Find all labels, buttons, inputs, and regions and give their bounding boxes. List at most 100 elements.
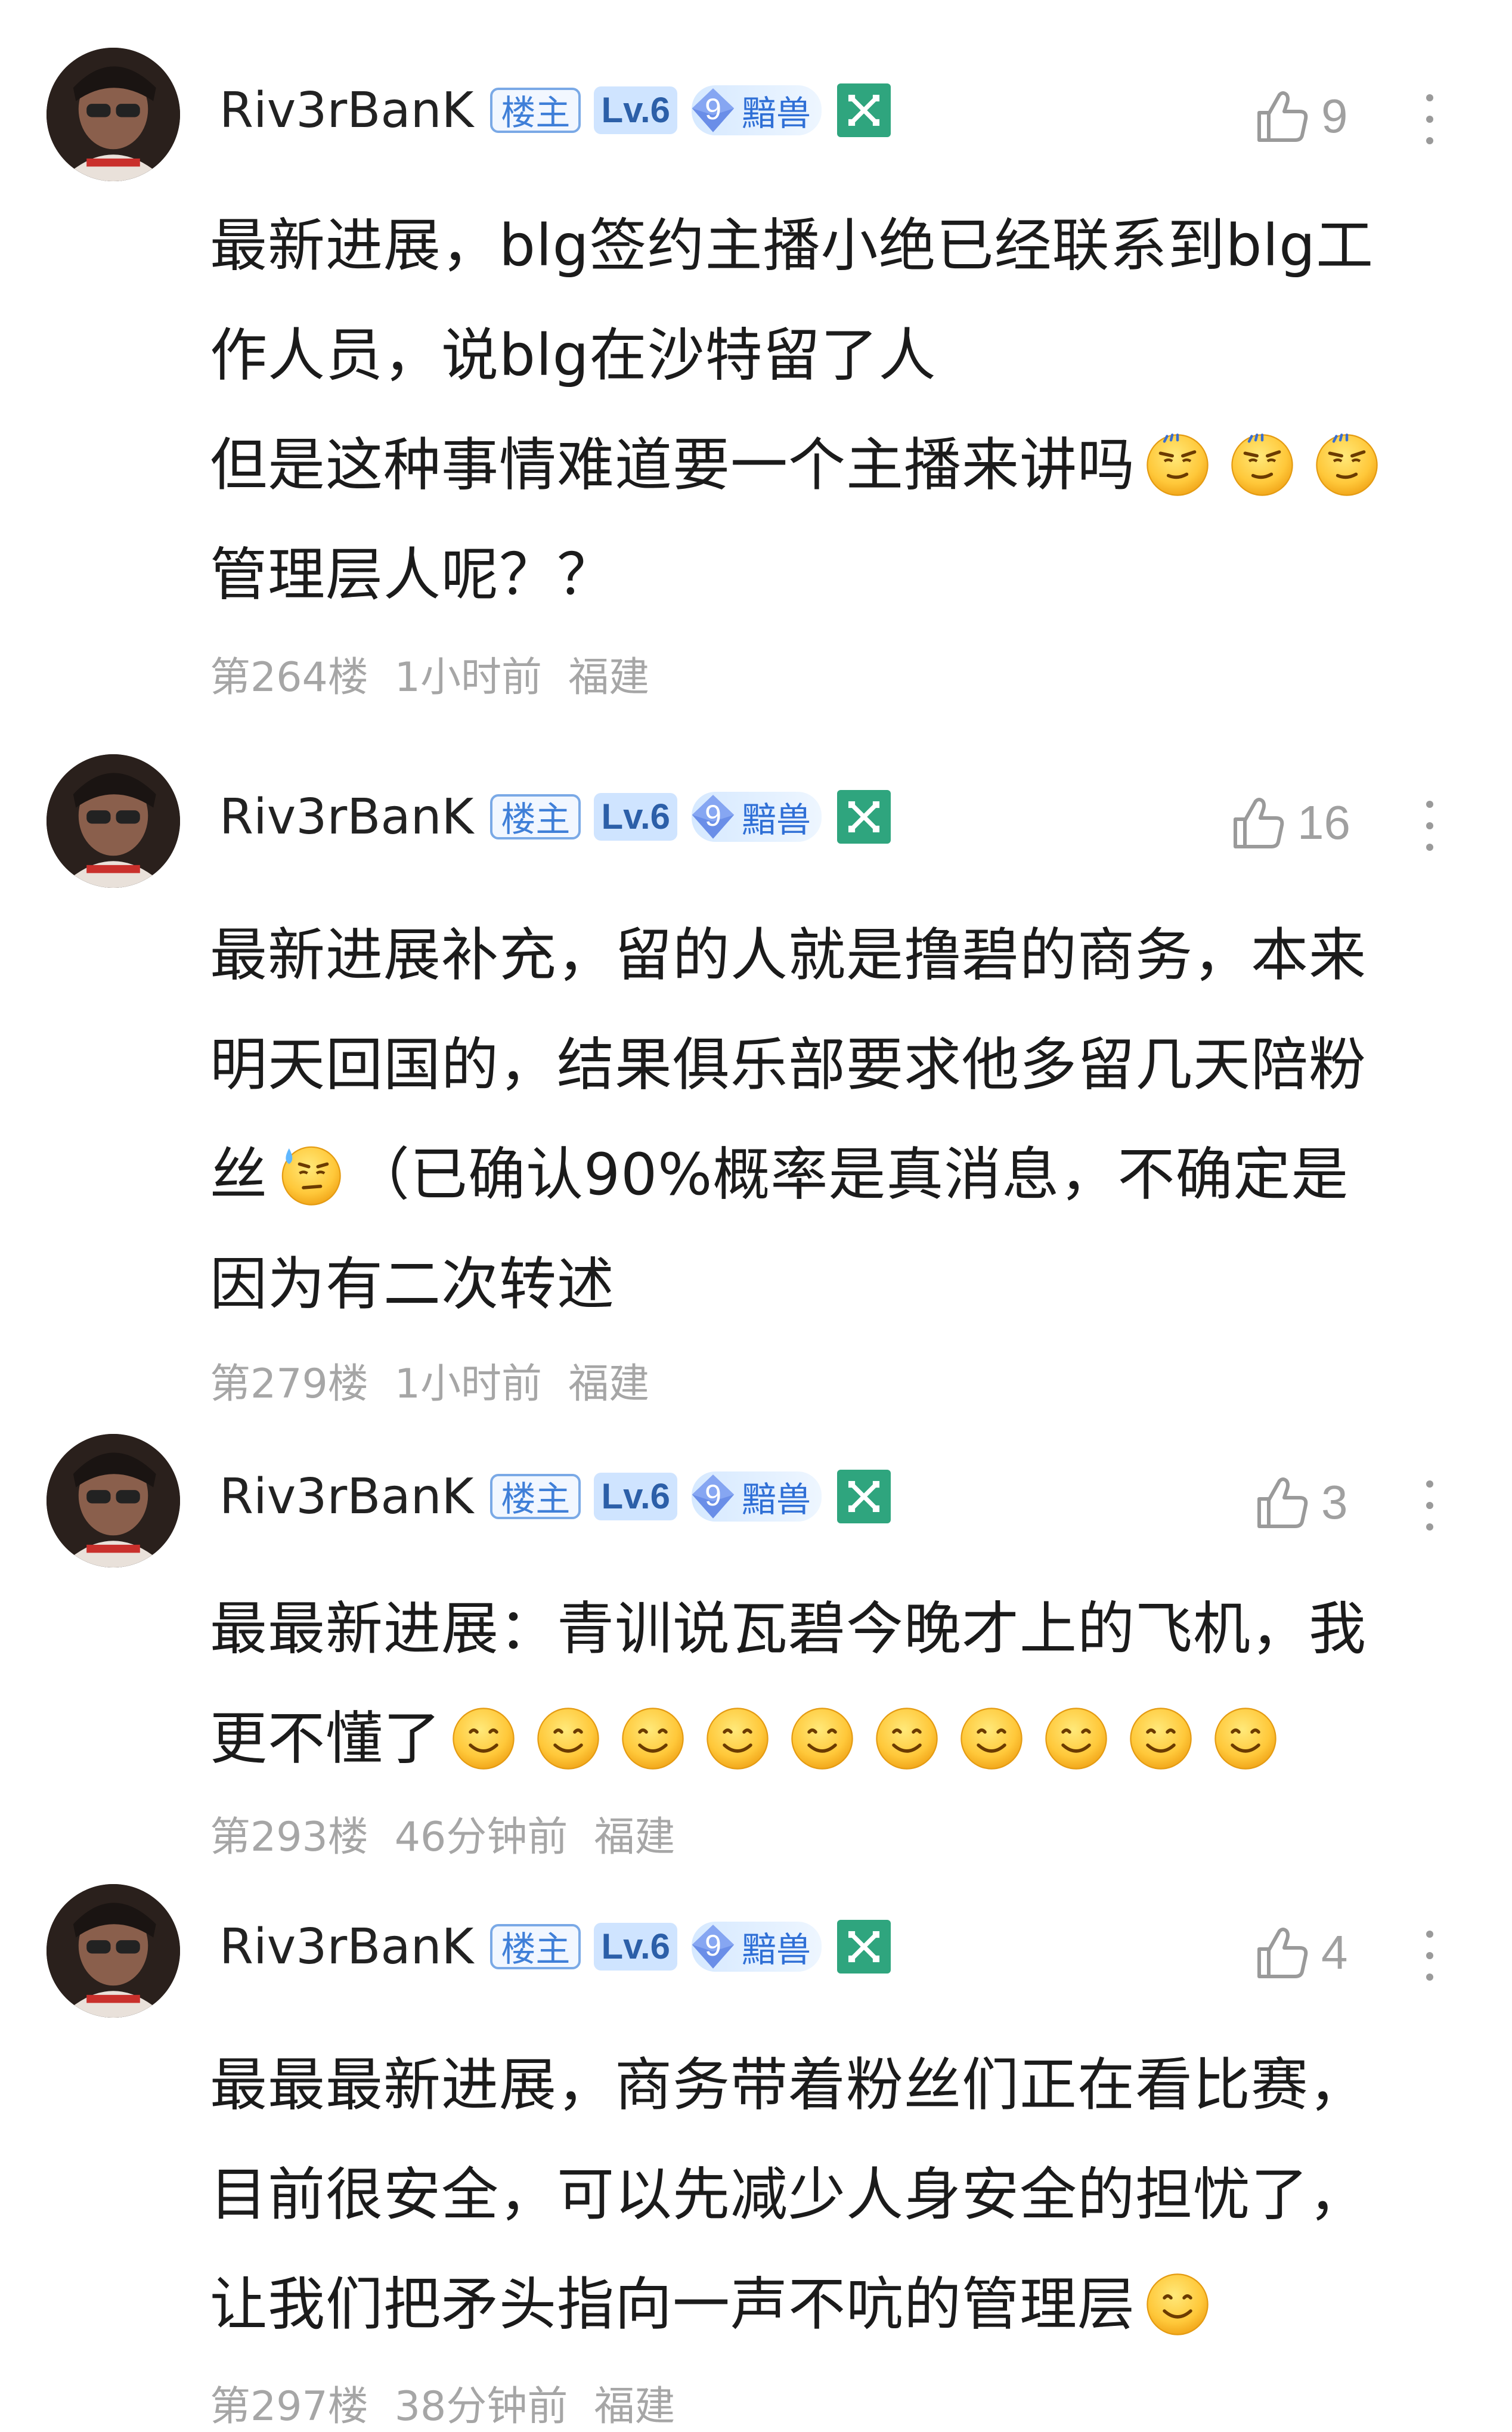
avatar[interactable] (47, 754, 180, 888)
content-line: 最最新进展：青训说瓦碧今晚才上的飞机，我 (210, 1595, 1367, 1662)
owner-badge: 楼主 (490, 88, 581, 133)
smile-face-icon (535, 1706, 601, 1771)
thinking-face-icon (1145, 432, 1210, 498)
like-button[interactable]: 16 (1228, 790, 1350, 856)
post-location: 福建 (594, 1814, 676, 1861)
level-badge: Lv.6 (594, 793, 678, 841)
post-meta: 第293楼 46分钟前 福建 (210, 1804, 701, 1863)
thumbs-up-icon (1252, 1473, 1312, 1532)
diamond-icon: 9 (689, 1473, 737, 1520)
smile-face-icon (620, 1706, 686, 1771)
smile-face-icon (1043, 1706, 1109, 1771)
crossed-swords-icon (837, 790, 891, 844)
like-button[interactable]: 3 (1252, 1470, 1348, 1535)
fan-badge[interactable]: 9 黯兽 (692, 792, 822, 842)
post-location: 福建 (568, 1361, 650, 1408)
username[interactable]: Riv3rBanK (219, 82, 473, 139)
owner-badge: 楼主 (490, 794, 581, 839)
username[interactable]: Riv3rBanK (219, 1919, 473, 1975)
post-meta: 第264楼 1小时前 福建 (210, 644, 676, 703)
content-line: 最新进展补充，留的人就是撸碧的商务，本来 (210, 922, 1367, 989)
avatar[interactable] (47, 1434, 180, 1567)
level-badge: Lv.6 (594, 1923, 678, 1971)
content-text: 丝 (210, 1141, 268, 1208)
smile-face-icon (1213, 1706, 1278, 1771)
content-line: 作人员，说blg在沙特留了人 (210, 322, 937, 389)
owner-badge: 楼主 (490, 1474, 581, 1519)
content-line-with-emoji: 丝 （已确认90%概率是真消息，不确定是 (210, 1120, 1480, 1229)
post-meta: 第279楼 1小时前 福建 (210, 1350, 676, 1409)
fan-badge-name: 黯兽 (742, 1929, 811, 1970)
diamond-icon: 9 (689, 793, 737, 841)
smile-face-icon (874, 1706, 940, 1771)
content-line-with-emoji: 更不懂了 (210, 1684, 1480, 1793)
post-header: Riv3rBanK 楼主 Lv.6 9 黯兽 (219, 78, 891, 143)
smile-face-icon (789, 1706, 855, 1771)
post-header: Riv3rBanK 楼主 Lv.6 9 黯兽 (219, 1464, 891, 1529)
post-time: 1小时前 (394, 654, 543, 701)
smile-face-icon (959, 1706, 1024, 1771)
owner-badge: 楼主 (490, 1924, 581, 1969)
thinking-face-icon (1229, 432, 1295, 498)
fan-level-number: 9 (705, 1929, 721, 1962)
content-line-with-emoji: 但是这种事情难道要一个主播来讲吗 (210, 410, 1480, 520)
level-badge: Lv.6 (594, 1473, 678, 1520)
like-count: 16 (1297, 796, 1350, 849)
username[interactable]: Riv3rBanK (219, 1469, 473, 1525)
content-line: 明天回国的，结果俱乐部要求他多留几天陪粉 (210, 1031, 1367, 1098)
smile-face-icon (705, 1706, 770, 1771)
like-button[interactable]: 9 (1252, 83, 1348, 149)
fan-badge[interactable]: 9 黯兽 (692, 85, 822, 135)
post-location: 福建 (568, 654, 650, 701)
thumbs-up-icon (1252, 86, 1312, 146)
diamond-icon: 9 (689, 1923, 737, 1971)
post-content: 最最新进展：青训说瓦碧今晚才上的飞机，我 更不懂了 (210, 1574, 1480, 1793)
floor-number: 第293楼 (210, 1814, 368, 1861)
post-content: 最新进展，blg签约主播小绝已经联系到blg工 作人员，说blg在沙特留了人 但… (210, 191, 1480, 630)
avatar[interactable] (47, 1884, 180, 2018)
like-button[interactable]: 4 (1252, 1920, 1348, 1985)
crossed-swords-icon (837, 83, 891, 137)
content-text: （已确认90%概率是真消息，不确定是 (352, 1141, 1349, 1208)
fan-badge[interactable]: 9 黯兽 (692, 1922, 822, 1972)
content-line: 最最最新进展，商务带着粉丝们正在看比赛， (210, 2052, 1367, 2118)
post-header: Riv3rBanK 楼主 Lv.6 9 黯兽 (219, 1914, 891, 1979)
sweat-face-icon (277, 1142, 343, 1207)
content-line: 因为有二次转述 (210, 1251, 615, 1318)
thinking-face-icon (1314, 432, 1380, 498)
floor-number: 第264楼 (210, 654, 368, 701)
post-header: Riv3rBanK 楼主 Lv.6 9 黯兽 (219, 784, 891, 850)
like-count: 9 (1321, 89, 1348, 142)
post-content: 最最最新进展，商务带着粉丝们正在看比赛， 目前很安全，可以先减少人身安全的担忧了… (210, 2030, 1480, 2359)
fan-level-number: 9 (705, 799, 721, 832)
diamond-icon: 9 (689, 86, 737, 134)
more-options-icon[interactable] (1418, 1476, 1442, 1535)
avatar[interactable] (47, 48, 180, 181)
fan-badge[interactable]: 9 黯兽 (692, 1471, 822, 1522)
post-content: 最新进展补充，留的人就是撸碧的商务，本来 明天回国的，结果俱乐部要求他多留几天陪… (210, 900, 1480, 1339)
content-text: 但是这种事情难道要一个主播来讲吗 (210, 432, 1135, 498)
content-line: 最新进展，blg签约主播小绝已经联系到blg工 (210, 212, 1374, 279)
thumbs-up-icon (1252, 1923, 1312, 1982)
fan-level-number: 9 (705, 1479, 721, 1512)
more-options-icon[interactable] (1418, 796, 1442, 856)
content-text: 更不懂了 (210, 1705, 441, 1772)
more-options-icon[interactable] (1418, 89, 1442, 149)
fan-badge-name: 黯兽 (742, 800, 811, 840)
post-time: 1小时前 (394, 1361, 543, 1408)
fan-badge-name: 黯兽 (742, 1479, 811, 1520)
fan-level-number: 9 (705, 92, 721, 126)
content-line-with-emoji: 让我们把矛头指向一声不吭的管理层 (210, 2250, 1480, 2359)
username[interactable]: Riv3rBanK (219, 789, 473, 845)
like-count: 3 (1321, 1476, 1348, 1529)
post-time: 46分钟前 (394, 1814, 568, 1861)
level-badge: Lv.6 (594, 86, 678, 134)
crossed-swords-icon (837, 1920, 891, 1974)
smile-face-icon (451, 1706, 516, 1771)
smile-face-icon (1128, 1706, 1194, 1771)
smile-face-icon (1145, 2272, 1210, 2337)
content-text: 让我们把矛头指向一声不吭的管理层 (210, 2271, 1135, 2338)
post-location: 福建 (594, 2383, 676, 2430)
post-time: 38分钟前 (394, 2383, 568, 2430)
more-options-icon[interactable] (1418, 1926, 1442, 1985)
